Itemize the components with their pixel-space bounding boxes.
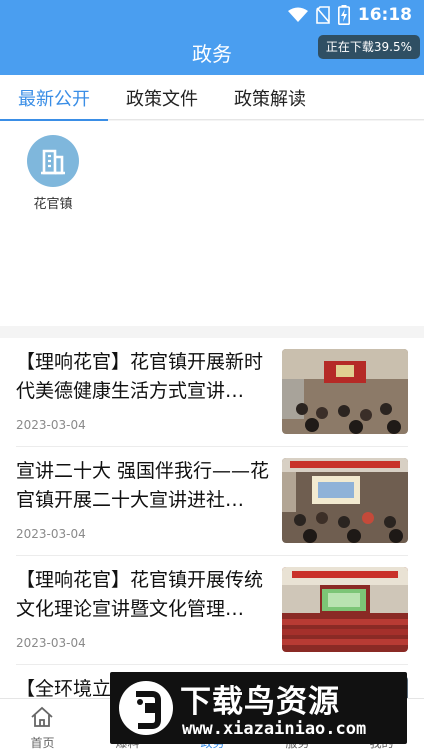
- news-thumbnail: [282, 458, 408, 543]
- building-icon: [41, 149, 65, 175]
- news-title: 【理响花官】花官镇开展新时代美德健康生活方式宣讲…: [16, 351, 264, 402]
- header: 16:18 政务 正在下载39.5%: [0, 0, 424, 75]
- news-date: 2023-03-04: [16, 527, 86, 541]
- news-item[interactable]: 宣讲二十大 强国伴我行——花官镇开展二十大宣讲进社… 2023-03-04: [16, 447, 408, 556]
- nav-item-home[interactable]: 首页: [0, 699, 85, 753]
- org-name: 花官镇: [33, 197, 73, 212]
- news-photo: [282, 458, 408, 543]
- news-date: 2023-03-04: [16, 418, 86, 432]
- status-time: 16:18: [357, 5, 412, 25]
- tab-bar: 最新公开 政策文件 政策解读: [0, 75, 424, 121]
- app-frame: 16:18 政务 正在下载39.5% 最新公开 政策文件 政策解读 花官镇 【理…: [0, 0, 424, 753]
- org-grid: 花官镇: [0, 121, 424, 326]
- watermark-text: 下载鸟资源: [180, 684, 340, 720]
- org-avatar: [27, 135, 79, 187]
- news-list: 【理响花官】花官镇开展新时代美德健康生活方式宣讲… 2023-03-04 宣讲二…: [0, 338, 424, 698]
- tab-policy-interpretation[interactable]: 政策解读: [216, 75, 324, 120]
- status-icons: 16:18: [287, 4, 412, 26]
- news-thumbnail: [282, 349, 408, 434]
- watermark-banner: 下载鸟资源 www.xiazainiao.com: [110, 672, 407, 744]
- news-title: 【理响花官】花官镇开展传统文化理论宣讲暨文化管理…: [16, 569, 264, 620]
- watermark-url: www.xiazainiao.com: [182, 719, 367, 739]
- home-icon: [31, 706, 53, 727]
- battery-charging-icon: [337, 5, 350, 25]
- tab-latest-public[interactable]: 最新公开: [0, 75, 108, 121]
- no-sim-icon: [316, 6, 330, 24]
- news-thumbnail: [282, 567, 408, 652]
- nav-label: 首页: [30, 736, 55, 750]
- bird-logo-icon: [119, 681, 173, 735]
- news-item[interactable]: 【理响花官】花官镇开展新时代美德健康生活方式宣讲… 2023-03-04: [16, 338, 408, 447]
- tab-policy-documents[interactable]: 政策文件: [108, 75, 216, 120]
- news-photo: [282, 349, 408, 434]
- wifi-icon: [287, 7, 308, 22]
- org-item-huaguan[interactable]: 花官镇: [20, 135, 86, 212]
- news-photo: [282, 567, 408, 652]
- download-progress-badge[interactable]: 正在下载39.5%: [317, 35, 420, 59]
- news-item[interactable]: 【理响花官】花官镇开展传统文化理论宣讲暨文化管理… 2023-03-04: [16, 556, 408, 665]
- news-title: 宣讲二十大 强国伴我行——花官镇开展二十大宣讲进社…: [16, 460, 270, 511]
- news-date: 2023-03-04: [16, 636, 86, 650]
- status-bar: 16:18: [0, 0, 424, 28]
